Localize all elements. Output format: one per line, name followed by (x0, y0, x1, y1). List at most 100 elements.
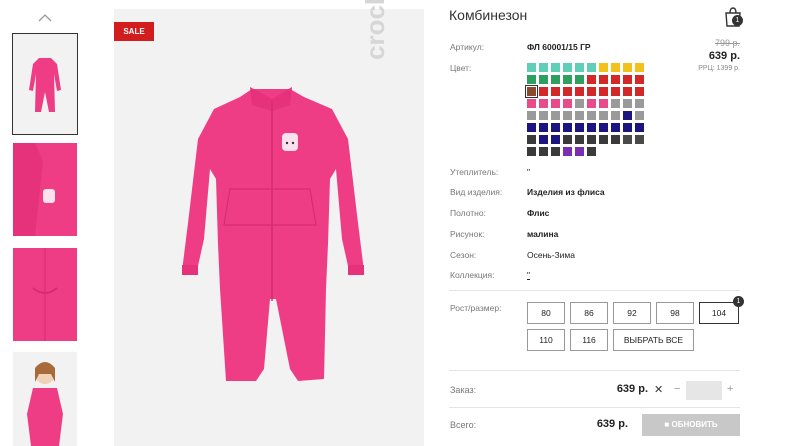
color-swatch[interactable] (563, 147, 572, 156)
color-swatch[interactable] (527, 135, 536, 144)
collection-value[interactable]: " (527, 270, 530, 280)
color-swatch[interactable] (635, 99, 644, 108)
size-option-98[interactable]: 98 (656, 302, 694, 324)
product-type-label: Вид изделия: (450, 187, 503, 197)
color-swatch[interactable] (635, 135, 644, 144)
color-swatch[interactable] (563, 99, 572, 108)
color-swatch[interactable] (539, 63, 548, 72)
size-option-116[interactable]: 116 (570, 329, 608, 351)
remove-order-icon[interactable]: ✕ (654, 383, 663, 396)
color-swatch[interactable] (539, 147, 548, 156)
color-swatch[interactable] (599, 63, 608, 72)
chevron-up-icon[interactable] (37, 10, 53, 26)
color-swatch[interactable] (587, 75, 596, 84)
increase-quantity-button[interactable]: + (727, 383, 733, 395)
color-swatch[interactable] (551, 63, 560, 72)
thumbnail-model[interactable] (13, 352, 77, 446)
color-swatch[interactable] (527, 99, 536, 108)
size-option-80[interactable]: 80 (527, 302, 565, 324)
color-swatch[interactable] (575, 63, 584, 72)
color-swatch[interactable] (611, 75, 620, 84)
color-swatch[interactable] (587, 147, 596, 156)
color-swatch[interactable] (527, 123, 536, 132)
color-swatch[interactable] (611, 111, 620, 120)
color-swatch[interactable] (623, 99, 632, 108)
color-swatch[interactable] (599, 123, 608, 132)
color-swatch[interactable] (599, 75, 608, 84)
color-swatch[interactable] (551, 99, 560, 108)
color-swatch[interactable] (563, 111, 572, 120)
color-swatch[interactable] (599, 99, 608, 108)
color-swatch[interactable] (599, 135, 608, 144)
size-label: Рост/размер: (450, 303, 502, 313)
color-swatch[interactable] (563, 63, 572, 72)
color-swatch[interactable] (551, 135, 560, 144)
thumbnail-detail-waist[interactable] (13, 248, 77, 341)
color-swatch[interactable] (563, 75, 572, 84)
size-option-104[interactable]: 104 (699, 302, 739, 324)
color-swatch[interactable] (575, 111, 584, 120)
color-swatch[interactable] (575, 75, 584, 84)
color-swatch[interactable] (611, 87, 620, 96)
color-swatch[interactable] (611, 135, 620, 144)
color-swatch[interactable] (527, 147, 536, 156)
quantity-input[interactable] (686, 381, 722, 400)
color-swatch[interactable] (623, 135, 632, 144)
color-swatch[interactable] (587, 99, 596, 108)
color-swatch[interactable] (551, 147, 560, 156)
color-swatch[interactable] (527, 111, 536, 120)
color-swatch[interactable] (635, 87, 644, 96)
size-option-86[interactable]: 86 (570, 302, 608, 324)
color-swatch[interactable] (563, 123, 572, 132)
color-swatch[interactable] (611, 63, 620, 72)
color-swatch[interactable] (587, 123, 596, 132)
color-swatch[interactable] (539, 135, 548, 144)
color-swatch[interactable] (635, 75, 644, 84)
color-swatch[interactable] (575, 123, 584, 132)
color-swatch[interactable] (539, 75, 548, 84)
color-swatch[interactable] (623, 123, 632, 132)
color-swatch[interactable] (587, 111, 596, 120)
color-swatch[interactable] (635, 63, 644, 72)
color-swatch[interactable] (563, 87, 572, 96)
color-swatch[interactable] (635, 111, 644, 120)
color-swatch[interactable] (563, 135, 572, 144)
color-swatch[interactable] (551, 111, 560, 120)
decrease-quantity-button[interactable]: − (674, 383, 680, 395)
color-swatch[interactable] (623, 87, 632, 96)
size-option-110[interactable]: 110 (527, 329, 565, 351)
color-swatch[interactable] (599, 111, 608, 120)
color-swatch[interactable] (587, 135, 596, 144)
color-swatch[interactable] (551, 123, 560, 132)
color-swatch[interactable] (587, 63, 596, 72)
product-main-image[interactable] (114, 9, 424, 446)
size-option-92[interactable]: 92 (613, 302, 651, 324)
thumbnail-detail-chest[interactable] (13, 143, 77, 236)
color-swatch[interactable] (575, 147, 584, 156)
color-swatch[interactable] (551, 87, 560, 96)
color-swatch[interactable] (575, 99, 584, 108)
color-swatch[interactable] (623, 75, 632, 84)
color-swatch[interactable] (539, 99, 548, 108)
color-swatch[interactable] (527, 63, 536, 72)
pattern-label: Рисунок: (450, 229, 485, 239)
color-swatch[interactable] (575, 135, 584, 144)
color-swatch[interactable] (539, 123, 548, 132)
select-all-sizes-button[interactable]: ВЫБРАТЬ ВСЕ (613, 329, 694, 351)
brand-watermark: crockid (360, 0, 390, 60)
color-swatch[interactable] (623, 111, 632, 120)
color-swatch[interactable] (623, 63, 632, 72)
thumbnail-front[interactable] (12, 33, 78, 135)
color-swatch[interactable] (635, 123, 644, 132)
color-swatch[interactable] (611, 123, 620, 132)
color-swatch[interactable] (525, 85, 538, 98)
color-swatch[interactable] (551, 75, 560, 84)
color-swatch[interactable] (539, 87, 548, 96)
color-swatch[interactable] (599, 87, 608, 96)
color-swatch[interactable] (527, 75, 536, 84)
update-cart-button[interactable]: ■ ОБНОВИТЬ (642, 414, 740, 436)
color-swatch[interactable] (575, 87, 584, 96)
color-swatch[interactable] (539, 111, 548, 120)
color-swatch[interactable] (611, 99, 620, 108)
color-swatch[interactable] (587, 87, 596, 96)
